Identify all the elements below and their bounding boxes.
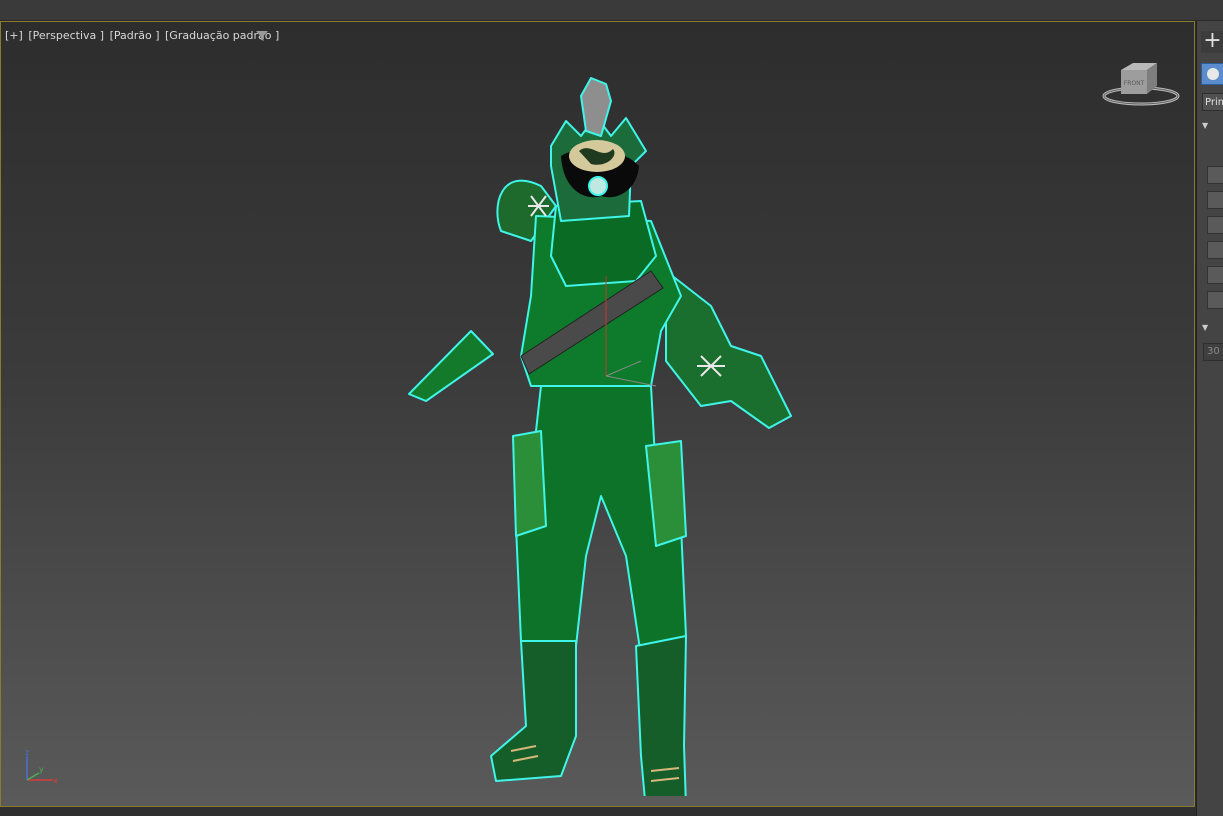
bottom-status-strip	[0, 807, 1223, 816]
object-type-button[interactable]	[1207, 241, 1223, 259]
viewport-shading-menu[interactable]: [Padrão ]	[110, 29, 160, 42]
command-panel: + Prim ▼ ▼ 30	[1196, 21, 1223, 816]
plus-icon: +	[1203, 28, 1222, 53]
create-tab-button[interactable]: +	[1201, 28, 1223, 53]
geometry-button[interactable]	[1201, 63, 1223, 85]
object-type-button[interactable]	[1207, 166, 1223, 184]
viewcube-face-label: FRONT	[1124, 80, 1145, 87]
character-3d-model[interactable]	[401, 56, 801, 796]
model-plume	[580, 77, 612, 137]
perspective-viewport[interactable]: [+] [Perspectiva ] [Padrão ] [Graduação …	[0, 21, 1195, 807]
rollout-toggle-icon[interactable]: ▼	[1202, 121, 1223, 135]
top-toolbar-strip	[0, 0, 1223, 21]
viewcube-icon[interactable]: FRONT	[1101, 58, 1181, 108]
object-type-button[interactable]	[1207, 291, 1223, 309]
axis-tripod-icon: z x y	[25, 748, 58, 785]
axis-x-label: x	[53, 776, 58, 785]
object-type-dropdown[interactable]: Prim	[1202, 93, 1223, 111]
model-right-arm	[665, 270, 792, 429]
object-type-button[interactable]	[1207, 266, 1223, 284]
numeric-field[interactable]: 30	[1203, 343, 1223, 361]
axis-z-label: z	[25, 748, 29, 757]
axis-y-label: y	[39, 765, 44, 774]
model-right-boot	[635, 635, 687, 796]
object-type-button[interactable]	[1207, 191, 1223, 209]
rollout-toggle-icon[interactable]: ▼	[1202, 323, 1223, 337]
model-left-holster	[512, 430, 547, 537]
model-left-wristband	[408, 330, 494, 402]
filter-icon[interactable]	[256, 30, 268, 42]
sphere-icon	[1207, 68, 1219, 80]
object-type-button[interactable]	[1207, 216, 1223, 234]
viewport-label[interactable]: [+] [Perspectiva ] [Padrão ] [Graduação …	[5, 29, 281, 42]
viewport-view-menu[interactable]: [Perspectiva ]	[28, 29, 104, 42]
model-left-boot	[490, 640, 577, 782]
viewport-plus-menu[interactable]: [+]	[5, 29, 23, 42]
